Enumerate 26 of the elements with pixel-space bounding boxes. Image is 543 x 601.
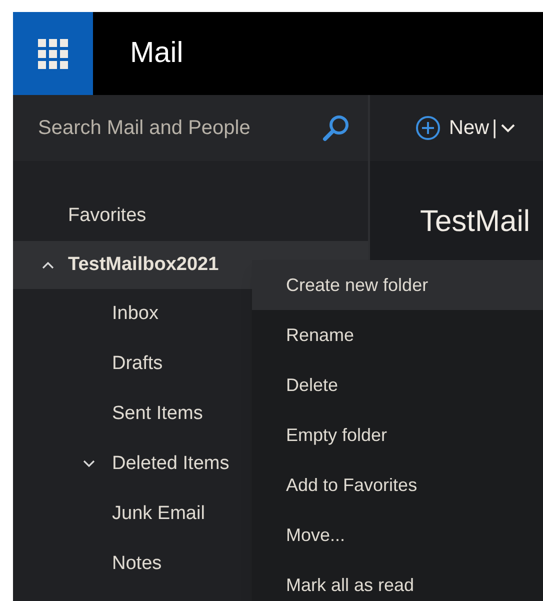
app-launcher-button[interactable]	[13, 12, 93, 95]
search-icon[interactable]	[322, 114, 350, 142]
separator-text: |	[492, 116, 498, 141]
menu-item[interactable]: Add to Favorites	[252, 460, 543, 510]
plus-circle-icon	[415, 115, 441, 141]
chevron-down-icon[interactable]	[501, 124, 516, 132]
folder-item[interactable]: Junk Email	[112, 500, 205, 528]
menu-item[interactable]: Mark all as read	[252, 560, 543, 601]
new-button[interactable]: New	[415, 113, 490, 143]
menu-item[interactable]: Rename	[252, 310, 543, 360]
chevron-icon[interactable]	[42, 261, 54, 269]
favorites-label[interactable]: Favorites	[13, 201, 368, 241]
menu-item[interactable]: Create new folder	[252, 260, 543, 310]
folder-item[interactable]: Inbox	[112, 300, 158, 328]
folder-item[interactable]: Drafts	[112, 350, 163, 378]
chevron-icon[interactable]	[83, 460, 95, 468]
grid-icon	[38, 38, 68, 68]
folder-item[interactable]: Deleted Items	[112, 450, 230, 478]
menu-item[interactable]: Delete	[252, 360, 543, 410]
folder-item[interactable]: Sent Items	[112, 400, 203, 428]
app-title: Mail	[130, 36, 184, 71]
search-field[interactable]: Search Mail and People	[13, 95, 368, 161]
mailbox-heading: TestMail	[419, 204, 532, 240]
folder-item[interactable]: Notes	[112, 550, 162, 578]
menu-item[interactable]: Empty folder	[252, 410, 543, 460]
menu-item[interactable]: Move...	[252, 510, 543, 560]
